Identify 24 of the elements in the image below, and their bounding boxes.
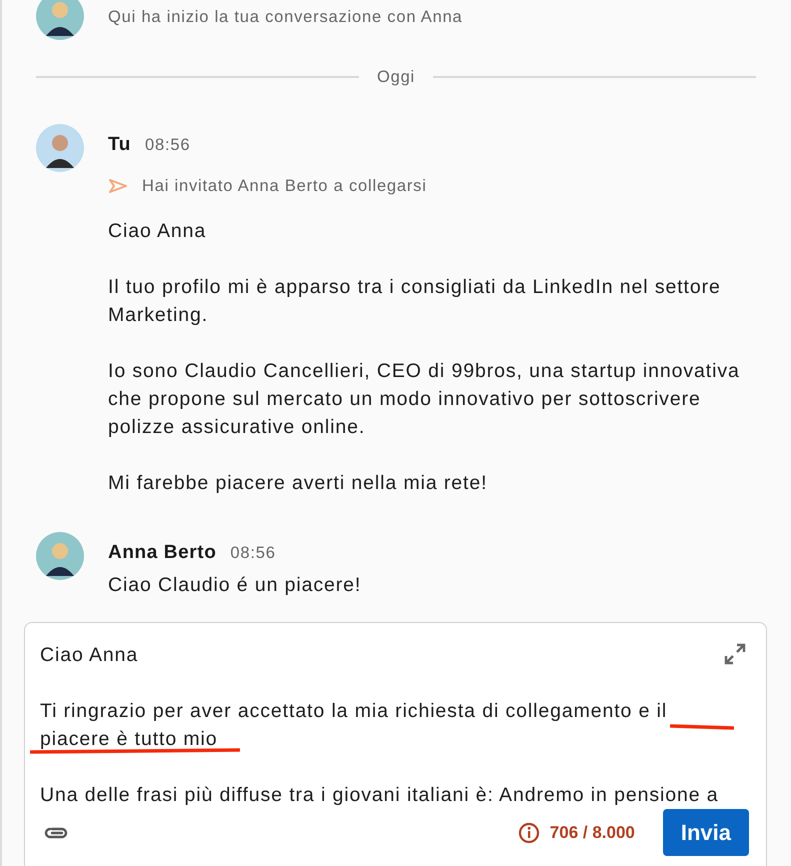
conversation-start-text: Qui ha inizio la tua conversazione con Anna: [108, 7, 463, 27]
date-divider-label: Oggi: [376, 68, 416, 86]
message-text: Ciao Claudio é un piacere!: [108, 573, 362, 598]
message-text: Io sono Claudio Cancellieri, CEO di 99bros, una startup innovativa che propone sul mercato un modo innovativo per sottoscrivere polizze assicurative online.: [108, 359, 741, 440]
send-arrow-icon: [108, 178, 128, 194]
message-text: Mi farebbe piacere averti nella mia rete!: [108, 471, 488, 496]
info-icon: [518, 822, 540, 844]
invitation-note: Hai invitato Anna Berto a collegarsi: [142, 176, 427, 196]
expand-icon[interactable]: [724, 643, 746, 665]
message-text: Ciao Anna: [108, 219, 208, 244]
avatar-icon: [36, 532, 84, 580]
message-composer[interactable]: Ciao Anna Ti ringrazio per aver accettato la mia richiesta di collegamento e il piacere è tutto mio Una delle frasi più diffuse tra i giovani italiani è: Andremo in pensione a 706 / 8.000 Invia: [24, 622, 767, 866]
sender-name: Tu: [108, 133, 132, 157]
message-time: 08:56: [145, 135, 190, 156]
sender-name: Anna Berto: [108, 541, 216, 565]
character-counter: 706 / 8.000: [550, 822, 635, 842]
send-button[interactable]: Invia: [662, 809, 749, 856]
draft-text: Una delle frasi più diffuse tra i giovani italiani è: Andremo in pensione a: [40, 783, 720, 808]
avatar-icon: [36, 0, 84, 40]
avatar-icon: [36, 124, 84, 172]
message-text: Il tuo profilo mi è apparso tra i consigliati da LinkedIn nel settore Marketing.: [108, 275, 722, 328]
draft-text: Ti ringrazio per aver accettato la mia richiesta di collegamento e il piacere è tutto mio: [40, 699, 668, 752]
message-time: 08:56: [230, 543, 276, 564]
draft-text: Ciao Anna: [40, 643, 140, 668]
